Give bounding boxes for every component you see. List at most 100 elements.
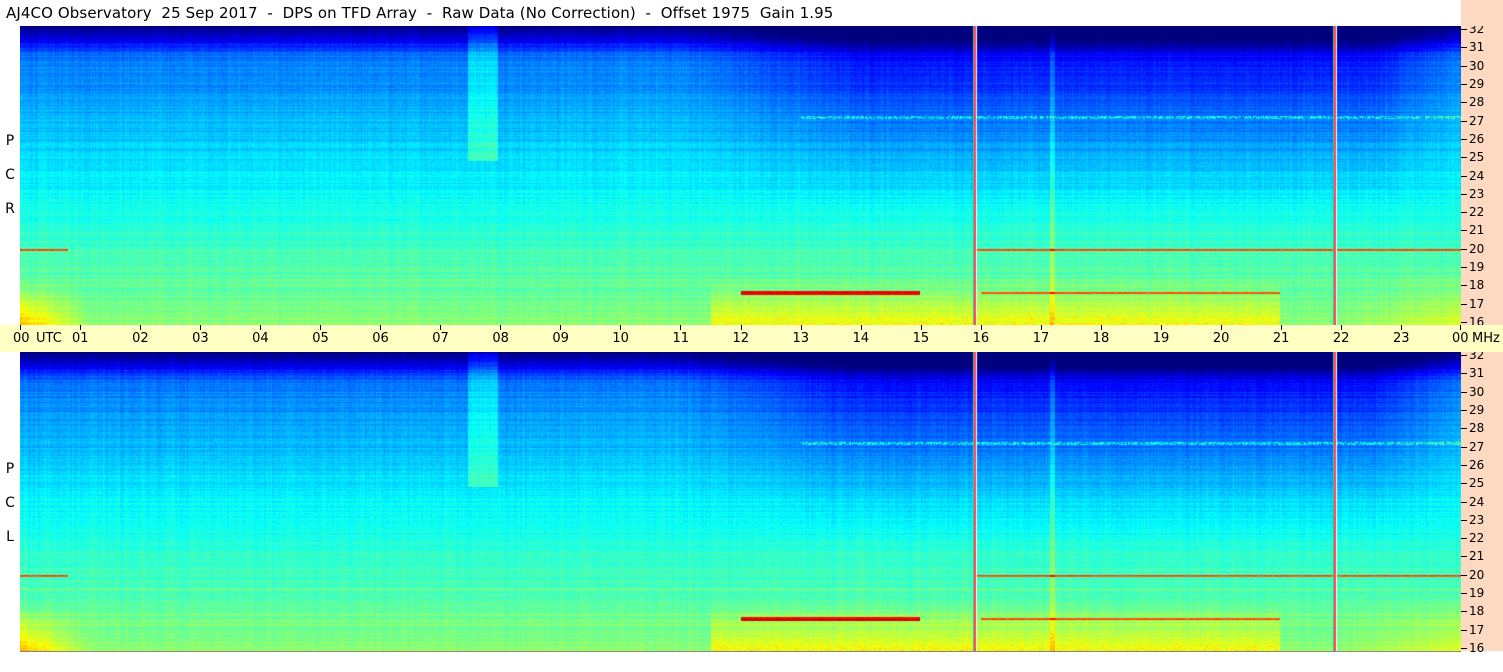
time-tick-label: 18 (1092, 331, 1110, 346)
freq-tick-label: 17 (1469, 622, 1485, 637)
tick-mark (1461, 501, 1467, 503)
tick-mark (440, 325, 442, 330)
tick-mark (1461, 120, 1467, 122)
tick-mark (320, 325, 322, 330)
tick-mark (1461, 611, 1467, 613)
tick-mark (1461, 230, 1467, 232)
lcp-freq-tick: 20 (1461, 567, 1503, 582)
tick-mark (1461, 303, 1467, 305)
freq-tick-label: 20 (1469, 241, 1485, 256)
freq-tick-label: 26 (1469, 131, 1485, 146)
tick-mark (1340, 325, 1342, 330)
freq-tick-label: 26 (1469, 457, 1485, 472)
lcp-letter-l: L (6, 529, 14, 545)
rcp-frequency-axis: 32 31 30 29 28 27 26 25 24 23 22 21 20 19 18 17 16 (1461, 22, 1503, 329)
frequency-axis-top-filler (1461, 0, 1503, 26)
tick-mark (380, 325, 382, 330)
tick-mark (20, 325, 21, 330)
rcp-freq-tick: 23 (1461, 186, 1503, 201)
rcp-freq-tick: 27 (1461, 114, 1503, 128)
tick-mark (140, 325, 142, 330)
tick-mark (1461, 464, 1467, 466)
tick-mark (800, 325, 802, 330)
lcp-freq-tick: 28 (1461, 421, 1503, 436)
tick-mark (1160, 325, 1162, 330)
time-tick-label: 06 (372, 331, 389, 346)
time-tick-label: 12 (732, 331, 750, 346)
freq-tick-label: 23 (1469, 512, 1485, 527)
tick-mark (1461, 29, 1467, 30)
rcp-freq-tick: 30 (1461, 59, 1503, 73)
tick-mark (1461, 138, 1467, 140)
bottom-border (20, 651, 1461, 652)
time-tick-label: 03 (192, 331, 209, 346)
tick-mark (1461, 574, 1467, 576)
tick-mark (1461, 373, 1467, 375)
tick-mark (1461, 593, 1467, 595)
tick-mark (1461, 83, 1467, 85)
lcp-freq-tick: 31 (1461, 366, 1503, 380)
tick-mark (560, 325, 562, 330)
tick-mark (1461, 157, 1467, 159)
rcp-freq-tick: 19 (1461, 260, 1503, 275)
rcp-freq-tick: 21 (1461, 223, 1503, 237)
lcp-freq-tick: 19 (1461, 586, 1503, 600)
lcp-freq-tick: 22 (1461, 531, 1503, 546)
tick-mark (1461, 519, 1467, 521)
time-tick-label: 09 (552, 331, 569, 346)
tick-mark (1461, 538, 1467, 540)
time-tick-label: 07 (432, 331, 449, 346)
tick-mark (1461, 285, 1467, 287)
tick-mark (260, 325, 262, 330)
rcp-freq-tick: 24 (1461, 169, 1503, 183)
time-tick-label: 02 (132, 331, 149, 346)
freq-tick-label: 23 (1469, 186, 1485, 201)
freq-tick-label: 18 (1469, 604, 1485, 619)
freq-tick-label: 29 (1469, 76, 1485, 91)
rcp-freq-tick: 20 (1461, 241, 1503, 256)
rcp-freq-tick: 28 (1461, 95, 1503, 109)
tick-mark (1461, 428, 1467, 430)
freq-tick-label: 22 (1469, 205, 1485, 220)
time-tick-label: 20 (1212, 331, 1230, 346)
tick-mark (1280, 325, 1282, 330)
tick-mark (1461, 267, 1467, 269)
tick-mark (1461, 409, 1467, 411)
rcp-freq-tick: 26 (1461, 131, 1503, 146)
tick-mark (620, 325, 622, 330)
freq-tick-label: 31 (1469, 40, 1485, 55)
time-tick-label: 05 (312, 331, 329, 346)
time-tick-label: 13 (792, 331, 810, 346)
freq-tick-label: 22 (1469, 531, 1485, 546)
time-tick-label: 19 (1152, 331, 1170, 346)
rcp-freq-tick: 22 (1461, 205, 1503, 220)
tick-mark (1461, 629, 1467, 631)
tick-mark (1040, 325, 1042, 330)
freq-tick-label: 20 (1469, 567, 1485, 582)
tick-mark (1461, 248, 1467, 250)
time-tick-label: 10 (612, 331, 629, 346)
tick-mark (1461, 65, 1467, 67)
tick-mark (1461, 355, 1467, 356)
rcp-freq-tick: 31 (1461, 40, 1503, 55)
tick-mark (740, 325, 742, 330)
freq-tick-label: 30 (1469, 384, 1485, 399)
rcp-letter-p: P (5, 133, 15, 149)
time-tick-label: 21 (1272, 331, 1290, 346)
freq-tick-label: 24 (1469, 494, 1485, 509)
time-tick-label: 11 (672, 331, 689, 346)
tick-mark (1461, 47, 1467, 49)
freq-tick-label: 28 (1469, 421, 1485, 436)
rcp-letter-c: C (5, 167, 15, 183)
tick-mark (1461, 322, 1467, 323)
lcp-freq-tick: 27 (1461, 440, 1503, 454)
lcp-freq-tick: 21 (1461, 549, 1503, 563)
freq-tick-label: 25 (1469, 476, 1485, 491)
lcp-frequency-axis: 32 31 30 29 28 27 26 25 24 23 22 21 20 19 18 17 16 (1461, 348, 1503, 655)
rcp-heatmap-canvas (20, 26, 1461, 325)
tick-mark (500, 325, 502, 330)
time-tick-label: 17 (1032, 331, 1050, 346)
freq-tick-label: 19 (1469, 260, 1485, 275)
time-tick-label: 00 (13, 331, 30, 346)
lcp-freq-tick: 17 (1461, 622, 1503, 637)
